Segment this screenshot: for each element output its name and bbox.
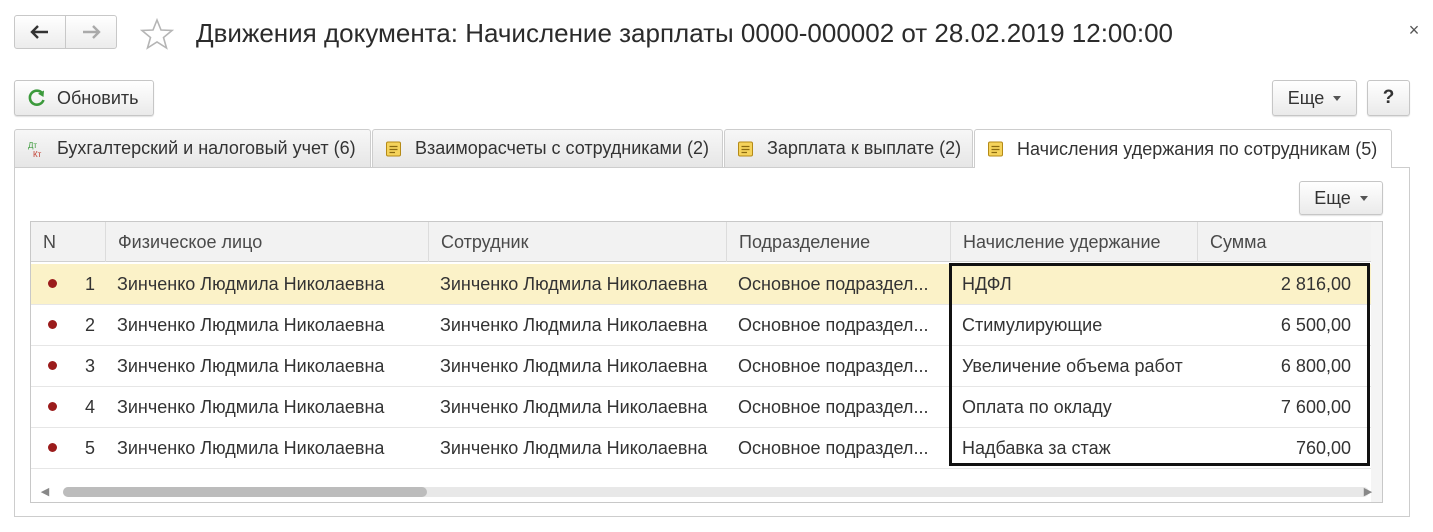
register-icon <box>738 141 753 156</box>
register-icon <box>988 141 1003 157</box>
column-header-n[interactable]: N <box>31 222 105 262</box>
cell-employee: Зинченко Людмила Николаевна <box>440 438 708 458</box>
cell-department: Основное подраздел... <box>738 356 929 376</box>
star-icon[interactable] <box>140 18 174 50</box>
cell-department: Основное подраздел... <box>738 315 929 335</box>
column-header-sum[interactable]: Сумма <box>1197 222 1371 262</box>
cell-person: Зинченко Людмила Николаевна <box>117 438 385 458</box>
scroll-right-icon[interactable]: ▶ <box>1361 485 1375 499</box>
tab-label: Начисления удержания по сотрудникам (5) <box>1017 138 1378 159</box>
column-header-accrual[interactable]: Начисление удержание <box>950 222 1197 262</box>
tab-label: Бухгалтерский и налоговый учет (6) <box>57 138 356 158</box>
row-divider <box>31 468 1371 469</box>
horizontal-scrollbar[interactable]: ◀ ▶ <box>30 482 1383 502</box>
cell-person: Зинченко Людмила Николаевна <box>117 274 385 294</box>
refresh-label: Обновить <box>57 87 139 108</box>
column-header-employee[interactable]: Сотрудник <box>428 222 726 262</box>
arrow-right-icon <box>83 25 101 39</box>
close-icon[interactable]: × <box>1404 20 1424 40</box>
cell-n: 4 <box>84 397 95 417</box>
more-label: Еще <box>1314 187 1351 208</box>
cell-department: Основное подраздел... <box>738 274 929 294</box>
arrow-left-icon <box>30 25 48 39</box>
cell-department: Основное подраздел... <box>738 397 929 417</box>
table-header: N Физическое лицо Сотрудник Подразделени… <box>31 222 1371 262</box>
tab-accruals-deductions[interactable]: Начисления удержания по сотрудникам (5) <box>974 129 1392 168</box>
cell-n: 2 <box>84 315 95 335</box>
svg-text:Кт: Кт <box>33 150 42 158</box>
svg-text:Дт: Дт <box>28 141 37 150</box>
cell-n: 5 <box>84 438 95 458</box>
scroll-left-icon[interactable]: ◀ <box>38 485 52 499</box>
refresh-button[interactable]: Обновить <box>14 80 154 116</box>
column-header-person[interactable]: Физическое лицо <box>105 222 428 262</box>
cell-employee: Зинченко Людмила Николаевна <box>440 274 708 294</box>
cell-employee: Зинченко Людмила Николаевна <box>440 356 708 376</box>
history-nav <box>14 15 117 49</box>
tab-settlements[interactable]: Взаиморасчеты с сотрудниками (2) <box>372 129 723 167</box>
cell-employee: Зинченко Людмила Николаевна <box>440 315 708 335</box>
cell-person: Зинченко Людмила Николаевна <box>117 356 385 376</box>
tab-accounting[interactable]: Дт Кт Бухгалтерский и налоговый учет (6) <box>14 129 371 167</box>
tab-label: Взаиморасчеты с сотрудниками (2) <box>415 138 709 158</box>
forward-button[interactable] <box>65 16 116 48</box>
highlight-frame <box>949 263 1370 466</box>
tab-more-button[interactable]: Еще <box>1299 181 1383 215</box>
chevron-down-icon <box>1333 95 1342 101</box>
cell-department: Основное подраздел... <box>738 438 929 458</box>
cell-person: Зинченко Людмила Николаевна <box>117 397 385 417</box>
tab-salary-payable[interactable]: Зарплата к выплате (2) <box>724 129 973 167</box>
dt-kt-icon: Дт Кт <box>28 141 42 158</box>
refresh-icon <box>28 89 45 106</box>
chevron-down-icon <box>1359 195 1368 201</box>
cell-person: Зинченко Людмила Николаевна <box>117 315 385 335</box>
scroll-thumb[interactable] <box>63 487 427 497</box>
cell-n: 1 <box>84 274 95 294</box>
window-title: Движения документа: Начисление зарплаты … <box>196 18 1173 48</box>
cell-employee: Зинченко Людмила Николаевна <box>440 397 708 417</box>
back-button[interactable] <box>15 16 65 48</box>
tab-label: Зарплата к выплате (2) <box>767 138 962 158</box>
help-button[interactable]: ? <box>1367 80 1410 116</box>
more-button[interactable]: Еще <box>1272 80 1357 116</box>
vertical-scrollbar[interactable] <box>1371 222 1382 502</box>
cell-n: 3 <box>84 356 95 376</box>
more-label: Еще <box>1287 87 1325 108</box>
register-icon <box>386 141 401 156</box>
column-header-department[interactable]: Подразделение <box>726 222 950 262</box>
